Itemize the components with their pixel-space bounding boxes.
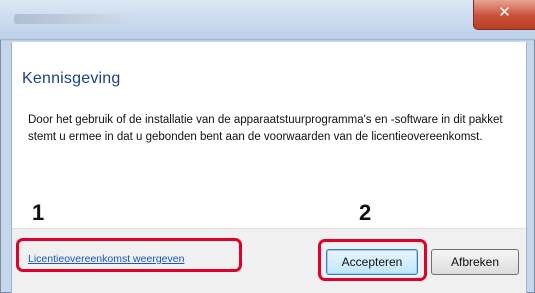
view-license-link[interactable]: Licentieovereenkomst weergeven (28, 253, 184, 265)
accept-button[interactable]: Accepteren (326, 249, 418, 275)
dialog-heading: Kennisgeving (22, 70, 121, 87)
license-notice-dialog: ✕ Kennisgeving Door het gebruik of de in… (0, 0, 535, 293)
close-icon: ✕ (498, 4, 511, 21)
cancel-button[interactable]: Afbreken (431, 249, 519, 275)
close-button[interactable]: ✕ (473, 0, 535, 30)
title-bar: ✕ (0, 0, 535, 40)
callout-number-2: 2 (359, 200, 372, 225)
window-title (14, 14, 134, 24)
callout-number-1: 1 (32, 200, 45, 225)
dialog-message: Door het gebruik of de installatie van d… (28, 114, 503, 143)
